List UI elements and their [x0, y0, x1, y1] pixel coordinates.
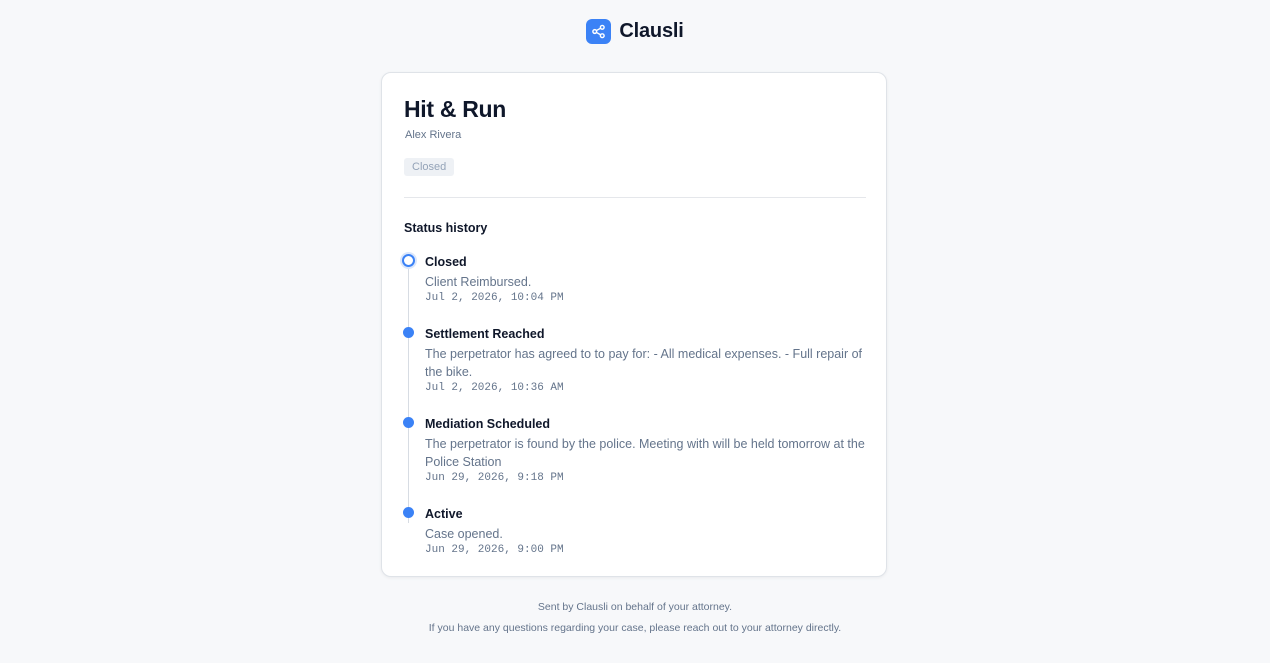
- brand-name: Clausli: [619, 20, 684, 42]
- divider: [404, 197, 866, 198]
- share-icon: [586, 19, 612, 44]
- current-status-dot-icon: [402, 254, 415, 267]
- footer-sent-by: Sent by Clausli on behalf of your attorn…: [537, 601, 733, 613]
- client-name: Alex Rivera: [405, 129, 462, 141]
- case-card: Hit & Run Alex Rivera Closed Status hist…: [381, 72, 887, 577]
- entry-status: Settlement Reached: [425, 327, 545, 341]
- entry-note: Client Reimbursed.: [425, 275, 532, 289]
- status-badge: Closed: [404, 158, 455, 176]
- entry-note: The perpetrator is found by the police. …: [425, 437, 865, 469]
- entry-status: Active: [425, 507, 463, 521]
- status-history-heading: Status history: [404, 221, 488, 235]
- entry-note: Case opened.: [425, 527, 503, 541]
- status-dot-icon: [403, 507, 414, 518]
- case-title: Hit & Run: [404, 96, 507, 122]
- footer-contact-note: If you have any questions regarding your…: [428, 622, 842, 634]
- status-dot-icon: [403, 327, 414, 338]
- entry-status: Closed: [425, 255, 467, 269]
- entry-timestamp: Jul 2, 2026, 10:04 PM: [425, 292, 564, 304]
- entry-timestamp: Jun 29, 2026, 9:00 PM: [425, 544, 564, 556]
- entry-timestamp: Jun 29, 2026, 9:18 PM: [425, 472, 564, 484]
- brand-header: Clausli: [0, 19, 1270, 44]
- entry-timestamp: Jul 2, 2026, 10:36 AM: [425, 382, 564, 394]
- status-dot-icon: [403, 417, 414, 428]
- entry-status: Mediation Scheduled: [425, 417, 551, 431]
- timeline-line: [407, 263, 409, 523]
- entry-note: The perpetrator has agreed to to pay for…: [425, 347, 863, 379]
